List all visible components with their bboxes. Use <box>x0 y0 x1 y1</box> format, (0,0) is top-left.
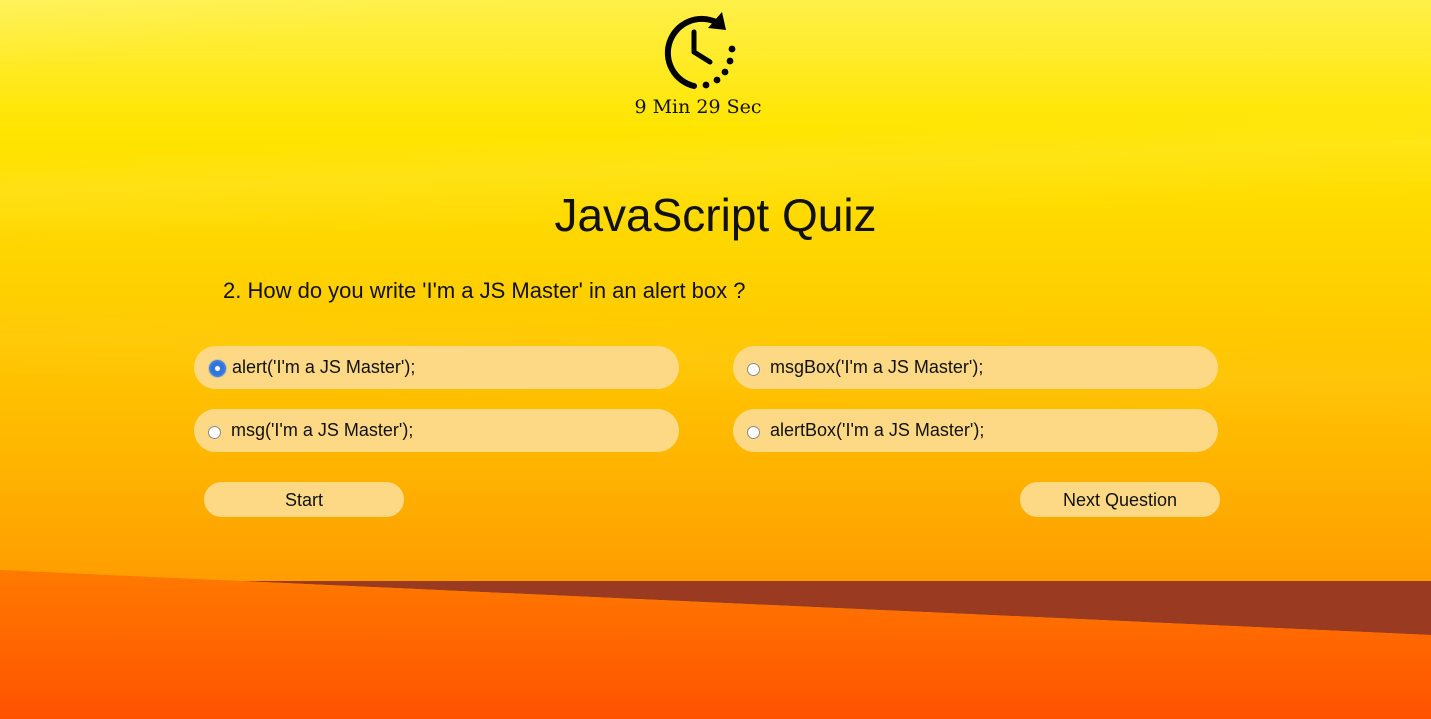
answer-radio-3[interactable] <box>208 426 221 439</box>
answer-option-2[interactable]: msgBox('I'm a JS Master'); <box>733 346 1218 389</box>
timer: 9 Min 29 Sec <box>598 10 798 118</box>
answer-option-label: alert('I'm a JS Master'); <box>232 357 416 377</box>
answer-option-3[interactable]: msg('I'm a JS Master'); <box>194 409 679 452</box>
answer-option-4[interactable]: alertBox('I'm a JS Master'); <box>733 409 1218 452</box>
answer-option-label: msg('I'm a JS Master'); <box>231 420 414 440</box>
answer-radio-1[interactable] <box>209 360 226 377</box>
next-question-button[interactable]: Next Question <box>1020 482 1220 517</box>
answer-option-label: msgBox('I'm a JS Master'); <box>770 357 984 377</box>
start-button[interactable]: Start <box>204 482 404 517</box>
answer-radio-4[interactable] <box>747 426 760 439</box>
answer-option-1[interactable]: alert('I'm a JS Master'); <box>194 346 679 389</box>
question-text: 2. How do you write 'I'm a JS Master' in… <box>223 278 746 303</box>
quiz-title: JavaScript Quiz <box>554 189 877 241</box>
answer-radio-2[interactable] <box>747 363 760 376</box>
answer-option-label: alertBox('I'm a JS Master'); <box>770 420 985 440</box>
timer-text: 9 Min 29 Sec <box>634 96 762 118</box>
timer-clock-icon <box>664 12 736 89</box>
